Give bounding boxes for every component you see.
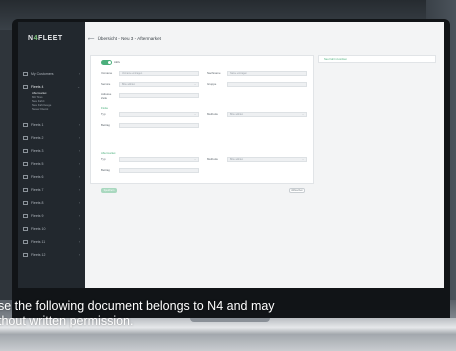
- folder-icon: [23, 175, 28, 180]
- section-heading-aftermarket: Aftermarket: [101, 151, 116, 155]
- group-input[interactable]: [227, 82, 307, 87]
- chevron-right-icon: ›: [78, 201, 80, 205]
- section-heading-fleet: Flotte: [101, 106, 108, 110]
- sidebar-item-fleets-10[interactable]: Fleets 10 ›: [23, 224, 83, 234]
- chevron-right-icon: ›: [78, 253, 80, 257]
- back-arrow-icon[interactable]: ⟵: [88, 36, 95, 41]
- service-label: Service: [101, 82, 111, 86]
- form-card: Aktiv Vorname Vorname eintragen Nachname…: [90, 55, 314, 193]
- method2-label: Methode: [207, 157, 218, 161]
- folder-icon: [23, 149, 28, 154]
- chevron-down-icon: ⌄: [301, 113, 304, 116]
- chevron-down-icon: ⌄: [193, 158, 196, 161]
- sidebar-item-fleets-8[interactable]: Fleets 8 ›: [23, 198, 83, 208]
- sidebar-item-fleets-2[interactable]: Fleets 2 ›: [23, 133, 83, 143]
- disclaimer-line-1: se the following document belongs to N4 …: [0, 299, 275, 313]
- date2-label: Beitrag: [101, 168, 110, 172]
- chevron-down-icon: ⌄: [193, 113, 196, 116]
- folder-icon: [23, 162, 28, 167]
- sidebar-item-fleets-7[interactable]: Fleets 7 ›: [23, 185, 83, 195]
- sidebar-item-fleets-1[interactable]: Fleets 1 ›: [23, 120, 83, 130]
- type2-label: Typ: [101, 157, 106, 161]
- surname-label: Nachname: [207, 71, 221, 75]
- date-label: Beitrag: [101, 123, 110, 127]
- method2-select[interactable]: Bitte wählen ⌄: [227, 157, 307, 162]
- brand-logo[interactable]: N4FLEET: [28, 35, 63, 42]
- sidebar-item-fleets-11[interactable]: Fleets 11 ›: [23, 237, 83, 247]
- chevron-right-icon: ›: [78, 227, 80, 231]
- chevron-right-icon: ›: [78, 149, 80, 153]
- type-label: Typ: [101, 112, 106, 116]
- chevron-right-icon: ›: [78, 175, 80, 179]
- laptop-screen: N4FLEET My Customers › Fleets 4 ⌄ Afterm…: [18, 22, 444, 288]
- right-panel-link[interactable]: Neu Fahrt zuordnen: [318, 55, 436, 63]
- folder-icon: [23, 85, 28, 90]
- type-select[interactable]: ⌄: [119, 112, 199, 117]
- folder-icon: [23, 136, 28, 141]
- date-input[interactable]: [119, 123, 199, 128]
- sidebar-item-fleets-6[interactable]: Fleets 6 ›: [23, 172, 83, 182]
- sidebar-item-fleets-5[interactable]: Fleets 5 ›: [23, 159, 83, 169]
- cancel-button[interactable]: Abbrechen: [289, 188, 305, 193]
- chevron-right-icon: ›: [78, 240, 80, 244]
- chevron-right-icon: ›: [78, 136, 80, 140]
- chevron-right-icon: ›: [78, 214, 80, 218]
- sidebar-item-fleets-3[interactable]: Fleets 3 ›: [23, 146, 83, 156]
- disclaimer-line-2: thout written permission.: [0, 314, 134, 328]
- chevron-down-icon: ⌄: [301, 158, 304, 161]
- active-toggle[interactable]: [101, 60, 112, 65]
- page-title: ⟵ Übersicht - Neu 3 - Aftermarket: [88, 36, 161, 41]
- chevron-right-icon: ›: [78, 162, 80, 166]
- folder-icon: [23, 253, 28, 258]
- address-label: Adresse Zeile: [101, 92, 112, 100]
- surname-input[interactable]: Name eintragen: [227, 71, 307, 76]
- chevron-down-icon: ⌄: [193, 83, 196, 86]
- folder-icon: [23, 72, 28, 77]
- service-select[interactable]: Bitte wählen ⌄: [119, 82, 199, 87]
- laptop-hinge-notch: [190, 318, 270, 322]
- group-label: Gruppe: [207, 82, 217, 86]
- sidebar-item-fleets-12[interactable]: Fleets 12 ›: [23, 250, 83, 260]
- folder-icon: [23, 214, 28, 219]
- chevron-right-icon: ›: [78, 72, 80, 76]
- chevron-right-icon: ›: [78, 123, 80, 127]
- sidebar-subitem[interactable]: Neuer Dienst: [32, 107, 48, 111]
- method-label: Methode: [207, 112, 218, 116]
- folder-icon: [23, 240, 28, 245]
- sidebar-item-fleets-9[interactable]: Fleets 9 ›: [23, 211, 83, 221]
- chevron-down-icon: ⌄: [77, 85, 80, 89]
- folder-icon: [23, 188, 28, 193]
- folder-icon: [23, 201, 28, 206]
- method-select[interactable]: Bitte wählen ⌄: [227, 112, 307, 117]
- chevron-right-icon: ›: [78, 188, 80, 192]
- name-input[interactable]: Vorname eintragen: [119, 71, 199, 76]
- save-button[interactable]: Speichern: [101, 188, 117, 193]
- toggle-label: Aktiv: [114, 60, 121, 64]
- address-input[interactable]: [119, 93, 199, 98]
- type2-select[interactable]: ⌄: [119, 157, 199, 162]
- date2-input[interactable]: [119, 168, 199, 173]
- folder-icon: [23, 123, 28, 128]
- name-label: Vorname: [101, 71, 113, 75]
- sidebar: N4FLEET My Customers › Fleets 4 ⌄ Afterm…: [18, 22, 85, 288]
- folder-icon: [23, 227, 28, 232]
- sidebar-item-my-customers[interactable]: My Customers ›: [23, 69, 83, 79]
